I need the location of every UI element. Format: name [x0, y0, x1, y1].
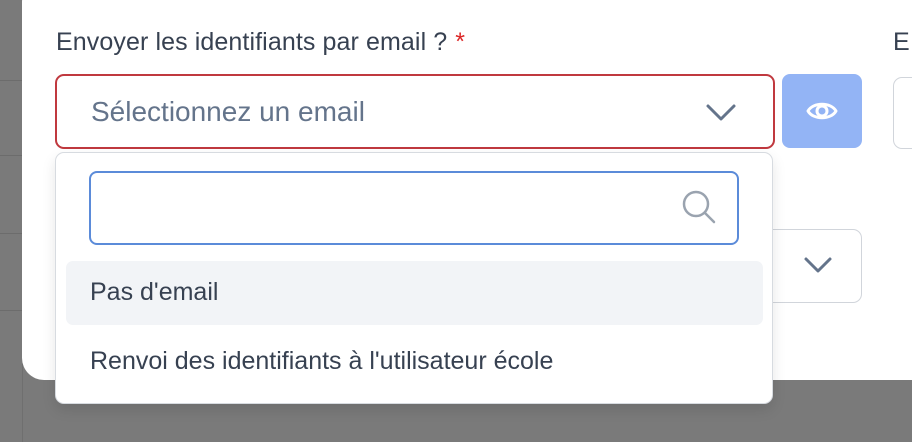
dropdown-option-label: Pas d'email [90, 278, 219, 306]
chevron-down-icon [804, 257, 832, 273]
backdrop-divider [0, 233, 24, 234]
dropdown-option-label: Renvoi des identifiants à l'utilisateur … [90, 347, 554, 375]
backdrop-divider [0, 80, 24, 81]
next-field-label: E [893, 28, 910, 56]
dropdown-search-input[interactable] [89, 171, 739, 245]
chevron-down-icon [706, 104, 736, 121]
email-field-label: Envoyer les identifiants par email ? * [56, 28, 465, 57]
email-select-placeholder: Sélectionnez un email [91, 96, 365, 127]
email-select[interactable]: Sélectionnez un email [55, 74, 775, 149]
backdrop-divider [0, 310, 24, 311]
adjacent-input[interactable] [893, 77, 912, 149]
preview-email-button[interactable] [782, 74, 862, 148]
eye-icon [806, 102, 838, 120]
email-field-label-text: Envoyer les identifiants par email ? [56, 28, 448, 56]
dropdown-option-no-email[interactable]: Pas d'email [66, 261, 763, 325]
email-select-dropdown: Pas d'email Renvoi des identifiants à l'… [55, 152, 773, 404]
backdrop-divider [0, 155, 24, 156]
search-icon [682, 190, 716, 224]
required-marker: * [455, 28, 466, 56]
dropdown-option-resend-credentials[interactable]: Renvoi des identifiants à l'utilisateur … [66, 330, 763, 394]
